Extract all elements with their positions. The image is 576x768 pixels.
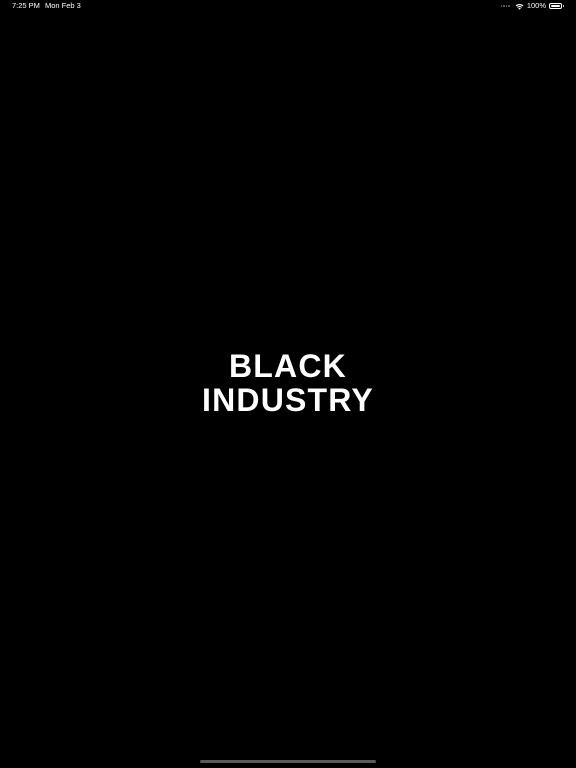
battery-icon: [549, 3, 564, 9]
home-indicator[interactable]: [200, 760, 376, 763]
logo-line-2: INDUSTRY: [202, 382, 374, 418]
status-date: Mon Feb 3: [45, 1, 81, 10]
status-indicators: 100%: [500, 0, 564, 12]
status-time: 7:25 PM: [12, 1, 40, 10]
status-bar: 7:25 PM Mon Feb 3 100%: [0, 0, 576, 12]
battery-percentage: 100%: [526, 1, 546, 10]
wifi-icon: [515, 3, 524, 10]
battery-fill: [551, 5, 560, 7]
app-logo: BLACK INDUSTRY: [0, 349, 576, 417]
logo-line-1: BLACK: [229, 348, 347, 384]
signal-dots-icon: [500, 5, 510, 7]
